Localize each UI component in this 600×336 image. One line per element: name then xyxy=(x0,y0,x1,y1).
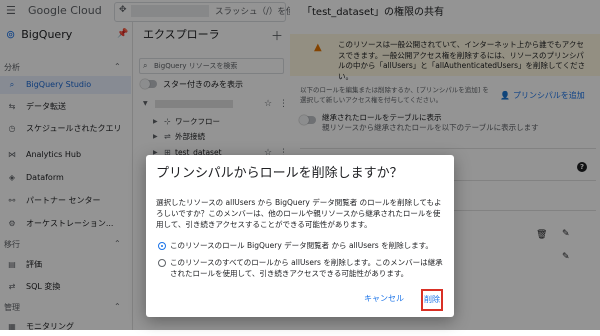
option-remove-single-role[interactable]: このリソースのロール BigQuery データ閲覧者 から allUsers を… xyxy=(170,240,446,251)
radio-remove-single-role[interactable] xyxy=(158,242,166,250)
remove-role-dialog: プリンシパルからロールを削除しますか？ 選択したリソースの allUsers か… xyxy=(146,155,454,317)
radio-remove-all-roles[interactable] xyxy=(158,259,166,267)
dialog-description: 選択したリソースの allUsers から BigQuery データ閲覧者 のロ… xyxy=(156,198,442,229)
dialog-title: プリンシパルからロールを削除しますか？ xyxy=(156,166,403,181)
option-remove-all-roles[interactable]: このリソースのすべてのロールから allUsers を削除します。このメンバーは… xyxy=(170,257,446,279)
delete-button[interactable]: 削除 xyxy=(421,289,443,311)
cancel-button[interactable]: キャンセル xyxy=(364,292,404,306)
